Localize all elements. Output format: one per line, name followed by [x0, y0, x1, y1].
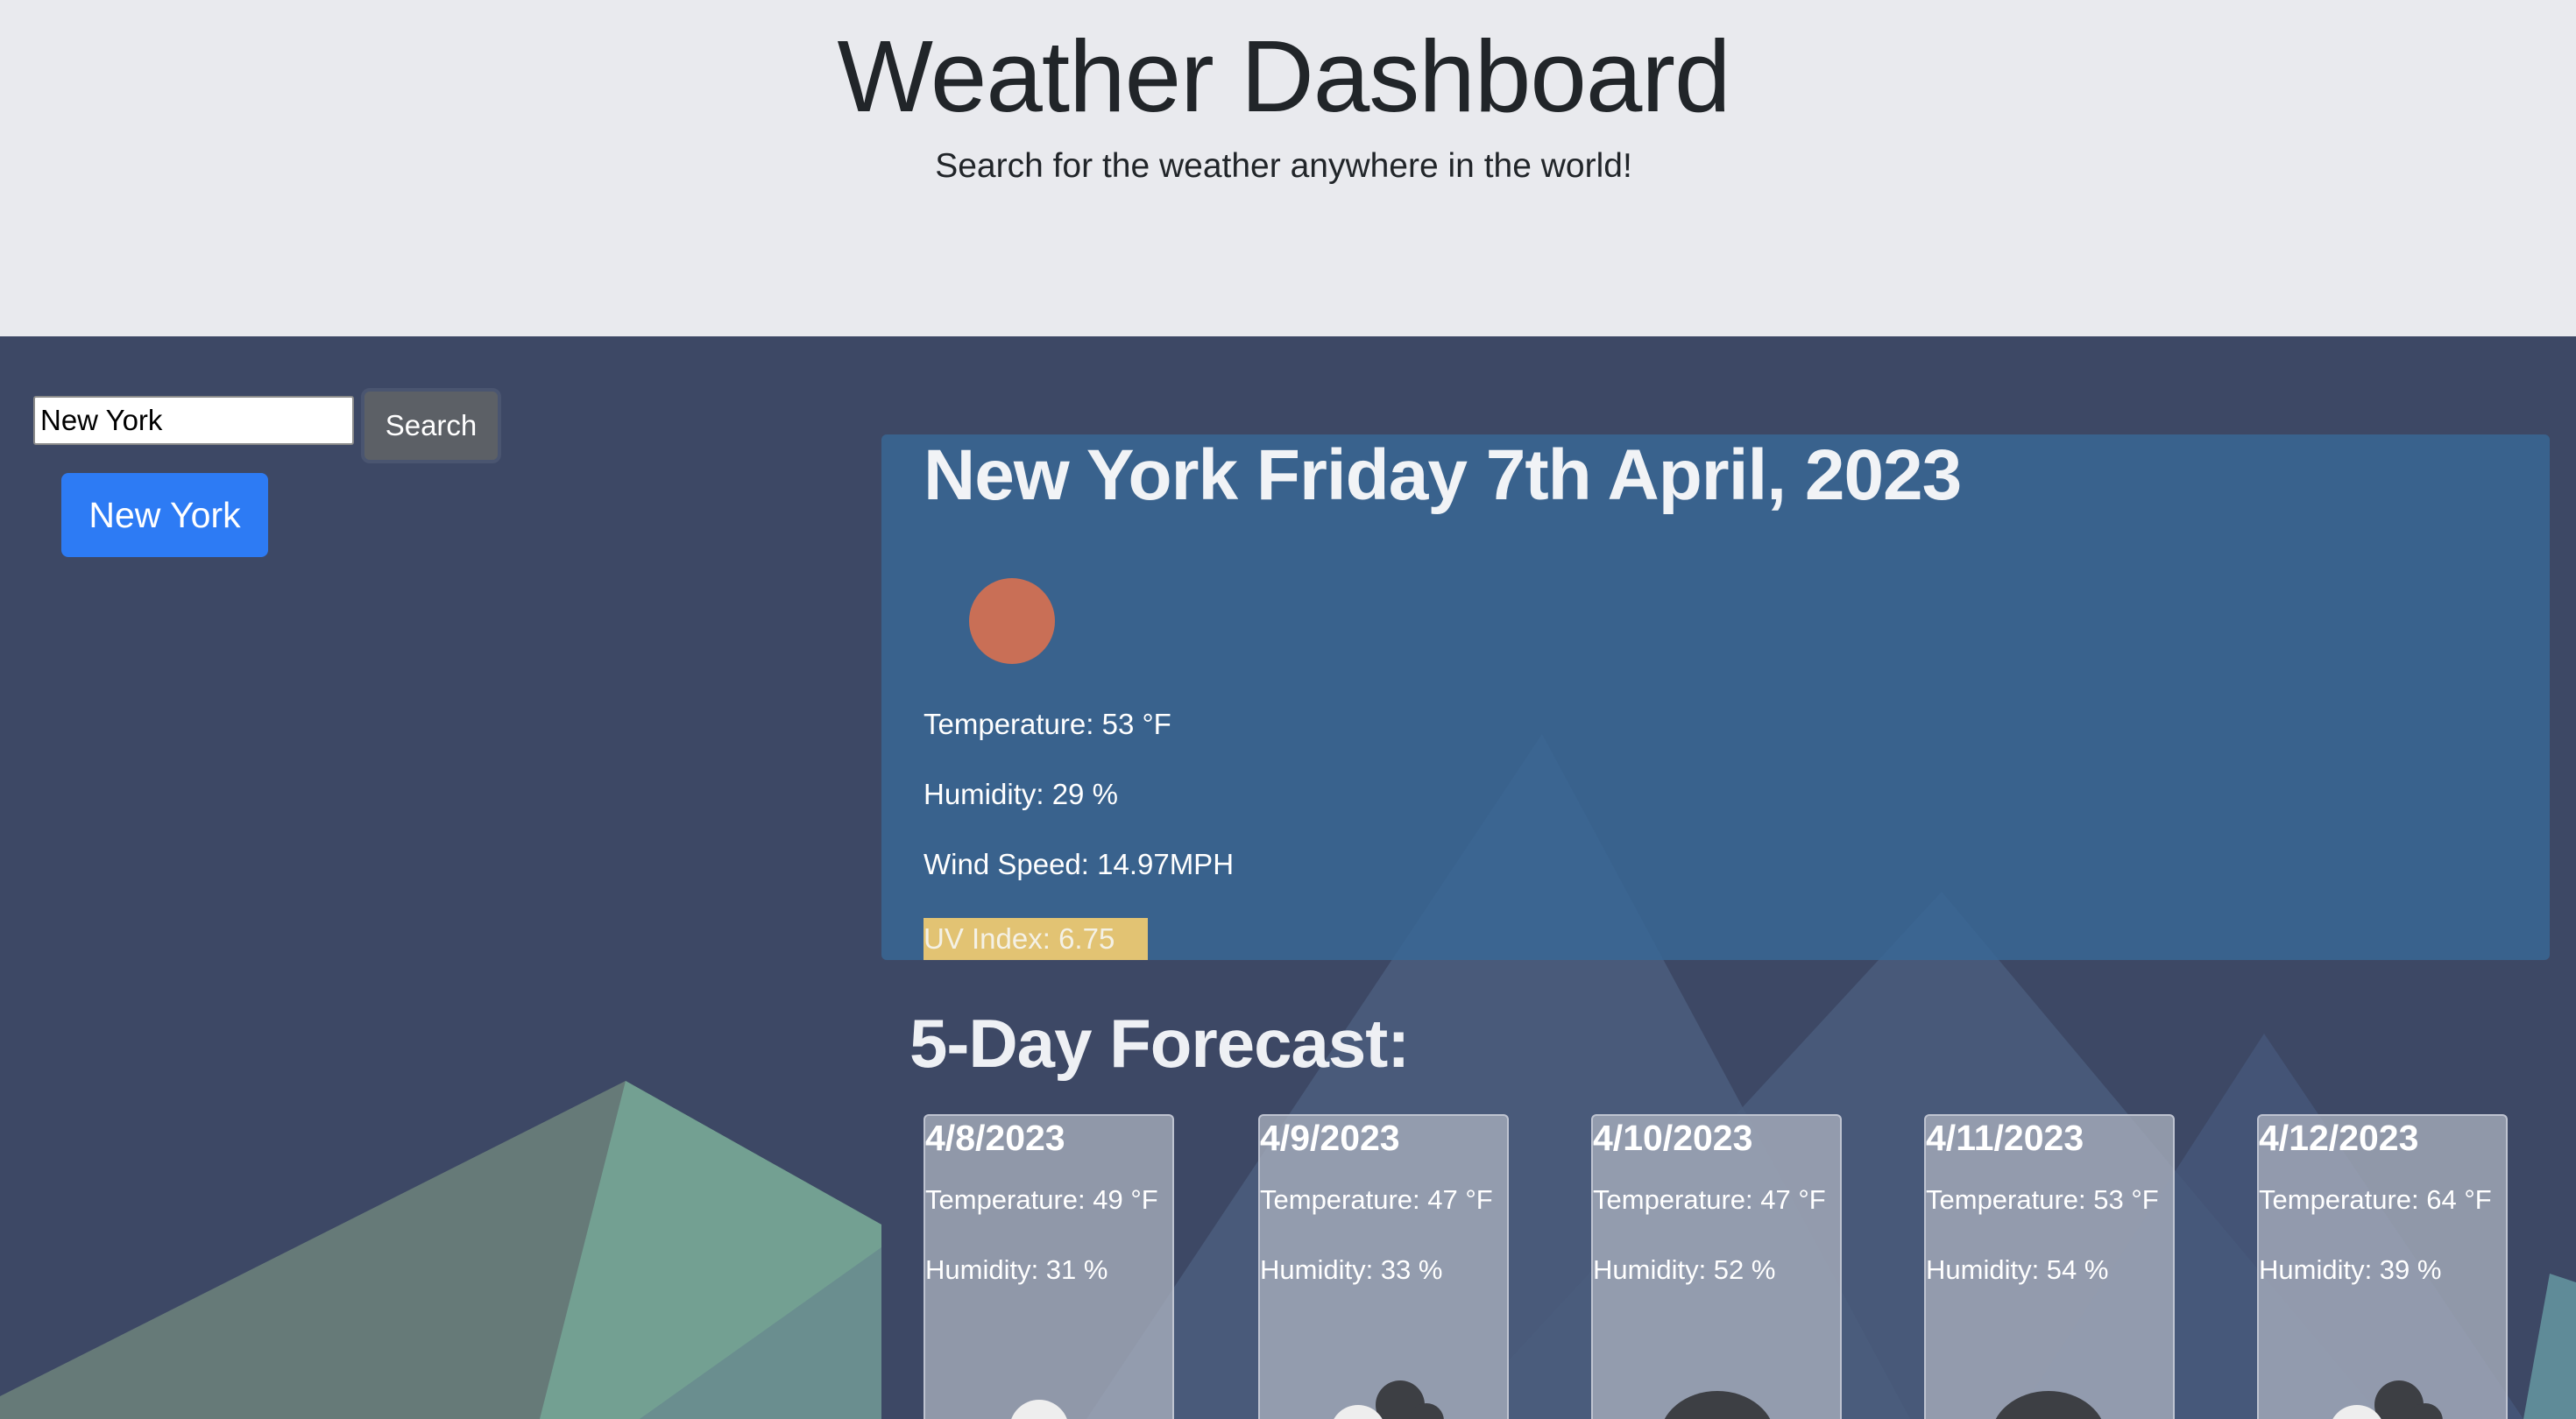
current-weather-card: New York Friday 7th April, 2023 Temperat… [881, 434, 2550, 960]
page-subtitle: Search for the weather anywhere in the w… [935, 147, 1632, 185]
forecast-date: 4/12/2023 [2259, 1118, 2419, 1158]
sun-icon [969, 578, 1055, 664]
forecast-date: 4/8/2023 [925, 1118, 1065, 1158]
current-city-date: New York Friday 7th April, 2023 [924, 435, 1962, 515]
forecast-humidity: Humidity: 33 % [1260, 1254, 1443, 1285]
overcast-clouds-icon [1995, 1391, 2102, 1419]
search-button[interactable]: Search [361, 388, 501, 463]
forecast-humidity: Humidity: 52 % [1593, 1254, 1776, 1285]
clear-sky-icon [1011, 1400, 1067, 1419]
current-wind-speed: Wind Speed: 14.97MPH [924, 848, 1235, 880]
forecast-date: 4/11/2023 [1926, 1118, 2084, 1158]
forecast-humidity: Humidity: 39 % [2259, 1254, 2442, 1285]
forecast-temperature: Temperature: 64 °F [2259, 1184, 2492, 1215]
forecast-date: 4/10/2023 [1593, 1118, 1753, 1158]
forecast-card: 4/9/2023 Temperature: 47 °F Humidity: 33… [1258, 1114, 1509, 1419]
mountain-shape [2523, 1274, 2576, 1419]
forecast-card: 4/8/2023 Temperature: 49 °F Humidity: 31… [924, 1114, 1174, 1419]
forecast-temperature: Temperature: 47 °F [1260, 1184, 1493, 1215]
forecast-card: 4/12/2023 Temperature: 64 °F Humidity: 3… [2257, 1114, 2508, 1419]
forecast-temperature: Temperature: 53 °F [1926, 1184, 2159, 1215]
forecast-card: 4/11/2023 Temperature: 53 °F Humidity: 5… [1924, 1114, 2175, 1419]
few-clouds-icon [2332, 1380, 2443, 1419]
forecast-temperature: Temperature: 49 °F [925, 1184, 1158, 1215]
forecast-temperature: Temperature: 47 °F [1593, 1184, 1826, 1215]
current-temperature: Temperature: 53 °F [924, 708, 1171, 740]
current-humidity: Humidity: 29 % [924, 778, 1118, 810]
overcast-clouds-icon [1664, 1391, 1771, 1419]
forecast-humidity: Humidity: 31 % [925, 1254, 1108, 1285]
history-item-new-york[interactable]: New York [61, 473, 268, 557]
search-input[interactable] [33, 396, 354, 445]
forecast-date: 4/9/2023 [1260, 1118, 1400, 1158]
forecast-card: 4/10/2023 Temperature: 47 °F Humidity: 5… [1591, 1114, 1842, 1419]
page-title: Weather Dashboard [837, 19, 1730, 133]
uv-index-badge: UV Index: 6.75 [924, 918, 1148, 960]
forecast-title: 5-Day Forecast: [909, 1005, 1410, 1082]
forecast-humidity: Humidity: 54 % [1926, 1254, 2109, 1285]
few-clouds-icon [1334, 1380, 1444, 1419]
page-header: Weather Dashboard Search for the weather… [0, 0, 2576, 336]
